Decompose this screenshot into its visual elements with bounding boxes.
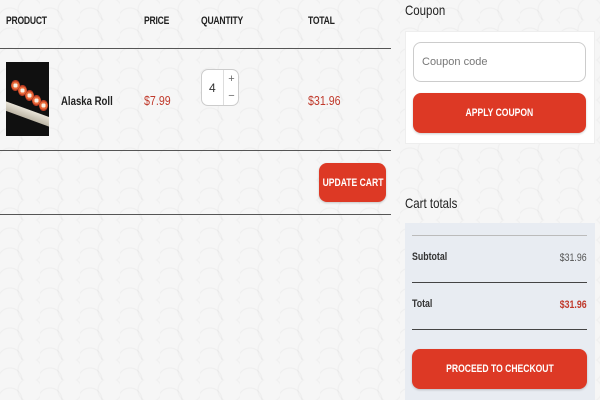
proceed-to-checkout-button[interactable]: Proceed to checkout [412, 349, 587, 389]
totals-top-divider [412, 235, 587, 236]
quantity-stepper: 4 + − [201, 69, 239, 106]
subtotal-value: $31.96 [560, 252, 587, 264]
total-value: $31.96 [560, 299, 587, 311]
total-divider [412, 329, 587, 330]
coupon-code-input[interactable] [413, 42, 586, 82]
coupon-heading: Coupon [405, 2, 446, 18]
column-header-product: Product [6, 15, 47, 27]
product-name-link[interactable]: Alaska Roll [61, 94, 113, 108]
column-header-price: Price [144, 15, 170, 27]
total-label: Total [412, 298, 433, 310]
update-cart-button[interactable]: Update cart [319, 163, 386, 202]
apply-coupon-button[interactable]: Apply coupon [413, 93, 586, 133]
header-divider [0, 48, 391, 49]
row-divider [0, 150, 391, 151]
column-header-total: Total [308, 15, 335, 27]
actions-divider [0, 214, 391, 215]
quantity-input[interactable]: 4 [209, 81, 216, 95]
subtotal-divider [412, 282, 587, 283]
quantity-decrease-button[interactable]: − [224, 88, 239, 105]
line-total: $31.96 [308, 93, 341, 108]
cart-totals-heading: Cart totals [405, 195, 458, 211]
subtotal-label: Subtotal [412, 251, 448, 263]
product-thumbnail[interactable] [6, 62, 49, 136]
quantity-increase-button[interactable]: + [224, 71, 239, 88]
product-price: $7.99 [144, 93, 171, 108]
column-header-quantity: Quantity [201, 15, 243, 27]
